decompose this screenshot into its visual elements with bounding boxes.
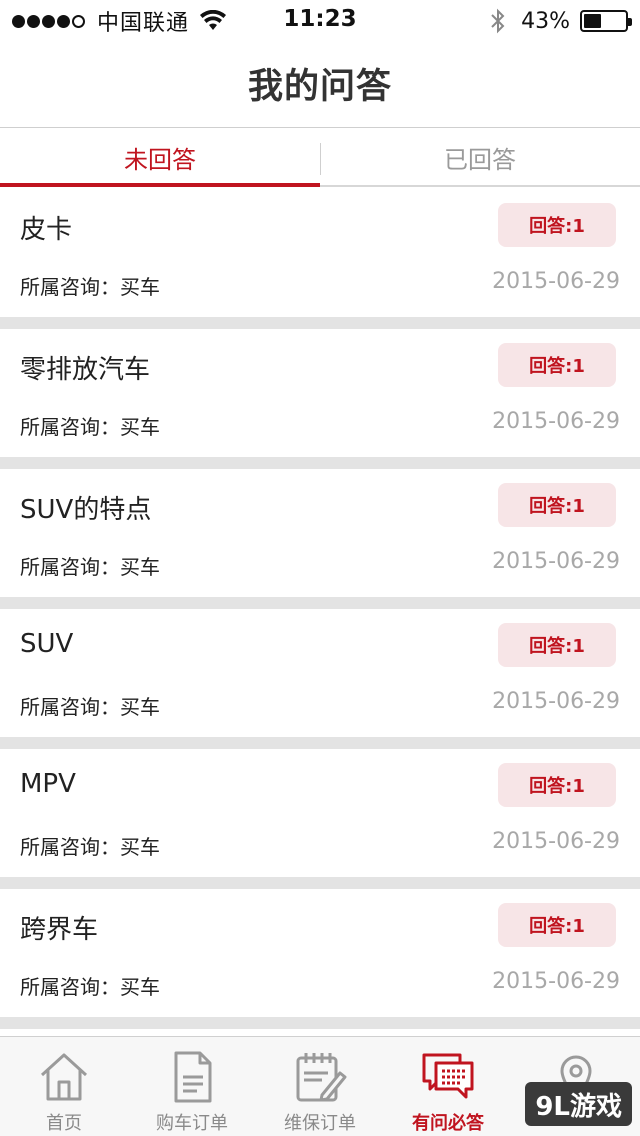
battery-icon xyxy=(580,10,632,32)
watermark-text: 9L游戏 xyxy=(535,1091,622,1122)
battery-percent: 43% xyxy=(521,8,570,34)
question-date: 2015-06-29 xyxy=(492,269,620,294)
question-category: 所属咨询：买车 xyxy=(20,975,160,999)
answer-count-badge[interactable]: 回答:1 xyxy=(498,763,616,807)
question-title: 零排放汽车 xyxy=(20,355,151,385)
tab-divider xyxy=(320,143,321,175)
tabbar-label: 购车订单 xyxy=(156,1113,228,1134)
tabbar-item-maintenance-orders[interactable]: 维保订单 xyxy=(256,1037,384,1136)
question-category: 所属咨询：买车 xyxy=(20,555,160,579)
list-item[interactable]: MPV 回答:1 所属咨询：买车 2015-06-29 xyxy=(0,749,640,889)
answer-count-badge[interactable]: 回答:1 xyxy=(498,903,616,947)
question-category: 所属咨询：买车 xyxy=(20,695,160,719)
list-item[interactable]: 皮卡 回答:1 所属咨询：买车 2015-06-29 xyxy=(0,189,640,329)
tab-answered[interactable]: 已回答 xyxy=(320,129,640,185)
tabbar-item-purchase-orders[interactable]: 购车订单 xyxy=(128,1037,256,1136)
question-date: 2015-06-29 xyxy=(492,829,620,854)
question-category: 所属咨询：买车 xyxy=(20,275,160,299)
question-title: MPV xyxy=(20,769,76,799)
tabbar-item-home[interactable]: 首页 xyxy=(0,1037,128,1136)
status-right: 43% xyxy=(489,6,632,36)
answer-count-badge[interactable]: 回答:1 xyxy=(498,623,616,667)
answer-count-badge[interactable]: 回答:1 xyxy=(498,343,616,387)
list-item[interactable]: SUV的特点 回答:1 所属咨询：买车 2015-06-29 xyxy=(0,469,640,609)
question-title: 皮卡 xyxy=(20,215,73,245)
question-category: 所属咨询：买车 xyxy=(20,415,160,439)
watermark-logo: 9L游戏 xyxy=(525,1082,632,1126)
tabbar-label: 首页 xyxy=(46,1113,82,1134)
question-list: 皮卡 回答:1 所属咨询：买车 2015-06-29 零排放汽车 回答:1 所属… xyxy=(0,189,640,1029)
segmented-tabs: 未回答 已回答 xyxy=(0,129,640,187)
bluetooth-icon xyxy=(491,8,505,34)
question-date: 2015-06-29 xyxy=(492,549,620,574)
page-title: 我的问答 xyxy=(247,67,392,107)
tab-unanswered[interactable]: 未回答 xyxy=(0,129,320,187)
list-item[interactable]: 跨界车 回答:1 所属咨询：买车 2015-06-29 xyxy=(0,889,640,1029)
question-title: SUV xyxy=(20,629,74,659)
tabbar-label: 有问必答 xyxy=(412,1113,484,1134)
tabbar-item-qa[interactable]: 有问必答 xyxy=(384,1037,512,1136)
home-icon xyxy=(40,1053,88,1101)
question-category: 所属咨询：买车 xyxy=(20,835,160,859)
question-title: SUV的特点 xyxy=(20,495,152,525)
chat-bubbles-icon xyxy=(422,1053,474,1099)
question-date: 2015-06-29 xyxy=(492,409,620,434)
answer-count-badge[interactable]: 回答:1 xyxy=(498,203,616,247)
question-date: 2015-06-29 xyxy=(492,689,620,714)
list-item[interactable]: SUV 回答:1 所属咨询：买车 2015-06-29 xyxy=(0,609,640,749)
status-bar: 中国联通 11:23 43% xyxy=(0,0,640,40)
question-title: 跨界车 xyxy=(20,915,99,945)
question-date: 2015-06-29 xyxy=(492,969,620,994)
list-item[interactable]: 零排放汽车 回答:1 所属咨询：买车 2015-06-29 xyxy=(0,329,640,469)
navigation-bar: 我的问答 xyxy=(0,40,640,128)
answer-count-badge[interactable]: 回答:1 xyxy=(498,483,616,527)
document-icon xyxy=(174,1051,212,1103)
tabbar-label: 维保订单 xyxy=(284,1113,356,1134)
calendar-edit-icon xyxy=(296,1053,347,1102)
